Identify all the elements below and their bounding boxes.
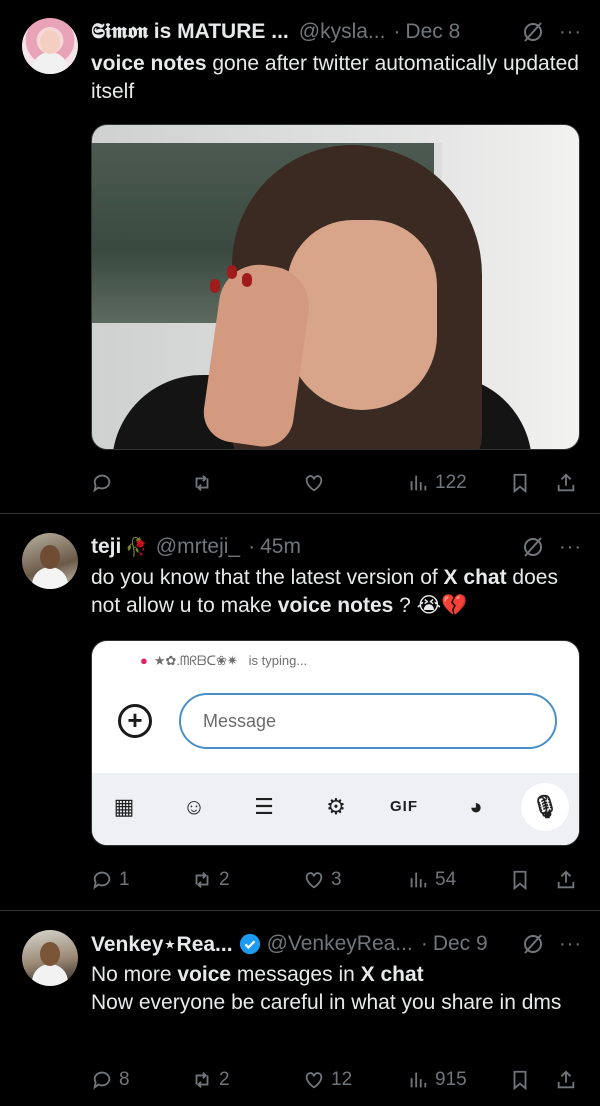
reply-button[interactable]: 8 [91, 1069, 130, 1091]
tweet-screenshot[interactable]: ● ★✿.ᗰᖇᗷᑕ❀✷ is typing... + Message ▦ ☺ ☰ … [91, 640, 580, 846]
retweet-button[interactable]: 2 [191, 1069, 230, 1091]
settings-icon: ⚙ [326, 794, 346, 819]
action-bar: 122 [91, 468, 580, 498]
gif-icon: GIF [390, 798, 418, 815]
views-button[interactable]: 54 [407, 869, 456, 891]
verified-badge-icon [239, 933, 260, 955]
rose-emoji-icon: 🥀 [125, 536, 148, 557]
tweet-1[interactable]: 𝕾𝖎𝖒𝖔𝖓 is MATURE ... @kysla... · Dec 8 ··… [0, 0, 600, 514]
like-button[interactable]: 3 [303, 869, 342, 891]
tweet-text: voice notes gone after twitter automatic… [91, 52, 579, 103]
bookmark-button[interactable] [509, 1069, 531, 1091]
avatar[interactable] [22, 533, 78, 589]
heart-icon [305, 872, 323, 889]
timestamp[interactable]: 45m [260, 535, 301, 559]
retweet-button[interactable] [191, 472, 219, 494]
views-button[interactable]: 915 [407, 1069, 467, 1091]
retweet-button[interactable]: 2 [191, 869, 230, 891]
bookmark-icon [513, 1070, 527, 1091]
clipboard-icon: ☰ [254, 794, 274, 819]
reply-icon [93, 871, 111, 890]
tweet-text: No more voice messages in X chat Now ever… [91, 963, 562, 1014]
display-name[interactable]: 𝕾𝖎𝖒𝖔𝖓 is MATURE ... [91, 20, 289, 44]
timestamp[interactable]: Dec 8 [405, 20, 460, 44]
bookmark-icon [513, 870, 527, 891]
views-icon [410, 872, 427, 888]
bookmark-button[interactable] [509, 869, 531, 891]
tweet-header: teji 🥀 @mrteji_ · 45m ··· [91, 535, 582, 559]
typing-avatar-icon: ● [140, 653, 148, 668]
tweet-text: do you know that the latest version of X… [91, 566, 558, 617]
more-icon[interactable]: ··· [559, 21, 582, 44]
handle[interactable]: @VenkeyRea... [267, 932, 413, 956]
tweet-header: Venkey⋆Rea... @VenkeyRea... · Dec 9 ··· [91, 932, 582, 957]
avatar[interactable] [22, 18, 78, 74]
display-name[interactable]: Venkey⋆Rea... [91, 932, 233, 957]
grok-icon[interactable] [521, 932, 545, 956]
views-button[interactable]: 122 [407, 472, 467, 494]
typing-indicator: ● ★✿.ᗰᖇᗷᑕ❀✷ is typing... [140, 653, 308, 668]
like-button[interactable]: 12 [303, 1069, 352, 1091]
message-input: Message [179, 693, 557, 749]
avatar[interactable] [22, 930, 78, 986]
heart-icon [305, 475, 323, 492]
views-icon [410, 1072, 427, 1088]
retweet-icon [195, 872, 209, 888]
like-button[interactable] [303, 472, 331, 494]
action-bar: 8 2 12 915 [91, 1065, 580, 1095]
microphone-icon: 🎙 [521, 783, 569, 831]
grok-icon[interactable] [521, 535, 545, 559]
share-icon [557, 473, 575, 492]
more-icon[interactable]: ··· [559, 536, 582, 559]
tweet-2[interactable]: teji 🥀 @mrteji_ · 45m ··· do you know th… [0, 515, 600, 911]
palette-icon: ◕ [469, 794, 483, 819]
handle[interactable]: @mrteji_ [156, 535, 240, 559]
bookmark-button[interactable] [509, 472, 531, 494]
tweet-3[interactable]: Venkey⋆Rea... @VenkeyRea... · Dec 9 ··· … [0, 912, 600, 1106]
tweet-photo[interactable] [91, 124, 580, 450]
reply-button[interactable]: 1 [91, 869, 130, 891]
retweet-icon [195, 1072, 209, 1088]
tweet-header: 𝕾𝖎𝖒𝖔𝖓 is MATURE ... @kysla... · Dec 8 ··… [91, 20, 582, 44]
reply-icon [93, 474, 111, 493]
grok-icon[interactable] [521, 20, 545, 44]
views-icon [410, 475, 427, 491]
share-icon [557, 1070, 575, 1089]
retweet-icon [195, 475, 209, 491]
share-button[interactable] [555, 1069, 577, 1091]
apps-icon: ▦ [113, 794, 135, 819]
keyboard-toolbar: ▦ ☺ ☰ ⚙ GIF ◕ 🎙 [92, 773, 579, 845]
share-button[interactable] [555, 869, 577, 891]
reply-button[interactable] [91, 472, 119, 494]
share-icon [557, 870, 575, 889]
action-bar: 1 2 3 54 [91, 865, 580, 895]
sticker-icon: ☺ [182, 794, 206, 819]
more-icon[interactable]: ··· [559, 933, 582, 956]
handle[interactable]: @kysla... [299, 20, 386, 44]
add-icon: + [118, 704, 152, 738]
heart-icon [305, 1072, 323, 1089]
bookmark-icon [513, 473, 527, 494]
display-name[interactable]: teji [91, 535, 121, 559]
timestamp[interactable]: Dec 9 [433, 932, 488, 956]
share-button[interactable] [555, 472, 577, 494]
reply-icon [93, 1071, 111, 1090]
